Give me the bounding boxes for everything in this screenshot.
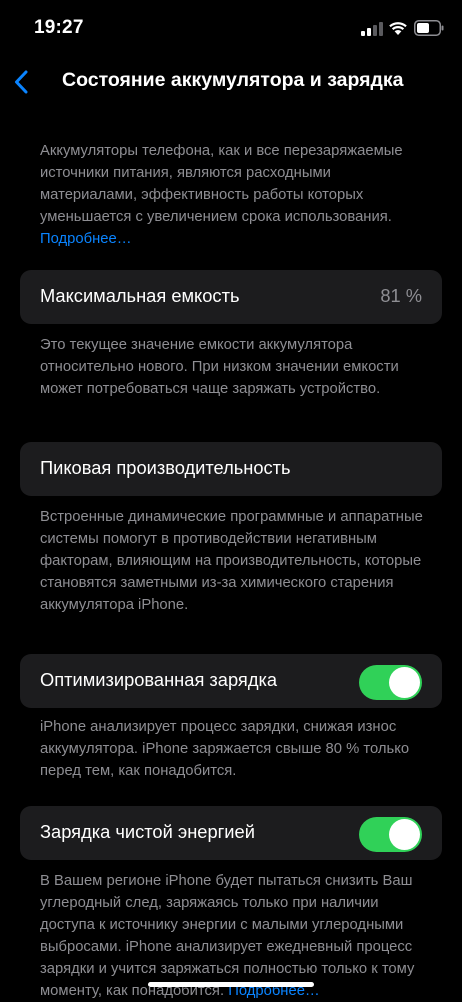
toggle-knob xyxy=(389,667,420,698)
max-capacity-row: Максимальная емкость 81 % xyxy=(20,270,442,324)
intro-description: Аккумуляторы телефона, как и все перезар… xyxy=(40,140,425,250)
chevron-left-icon xyxy=(15,70,28,94)
wifi-icon xyxy=(389,22,407,35)
clean-energy-charging-label: Зарядка чистой энергией xyxy=(40,821,255,842)
max-capacity-description: Это текущее значение емкости аккумулятор… xyxy=(40,337,399,397)
page-title: Состояние аккумулятора и зарядка xyxy=(62,69,404,91)
status-bar: 19:27 xyxy=(0,0,462,56)
clean-energy-text: В Вашем регионе iPhone будет пытаться сн… xyxy=(40,873,415,999)
max-capacity-value: 81 % xyxy=(380,285,422,306)
signal-icon xyxy=(361,22,383,36)
clean-energy-charging-row: Зарядка чистой энергией xyxy=(20,806,442,860)
intro-text: Аккумуляторы телефона, как и все перезар… xyxy=(40,143,403,225)
peak-performance-description: Встроенные динамические программные и ап… xyxy=(40,509,423,613)
status-time: 19:27 xyxy=(34,17,84,38)
nav-bar: Состояние аккумулятора и зарядка xyxy=(0,56,462,108)
max-capacity-label: Максимальная емкость xyxy=(40,285,240,306)
optimized-charging-row: Оптимизированная зарядка xyxy=(20,654,442,708)
optimized-charging-toggle[interactable] xyxy=(359,665,422,700)
learn-more-link[interactable]: Подробнее… xyxy=(40,231,132,247)
toggle-knob xyxy=(389,819,420,850)
back-button[interactable] xyxy=(6,66,36,98)
home-indicator[interactable] xyxy=(148,982,314,987)
clean-energy-charging-toggle[interactable] xyxy=(359,817,422,852)
optimized-charging-description: iPhone анализирует процесс зарядки, сниж… xyxy=(40,719,410,779)
peak-performance-row: Пиковая производительность xyxy=(20,442,442,496)
battery-icon xyxy=(414,20,444,36)
optimized-charging-label: Оптимизированная зарядка xyxy=(40,669,278,690)
peak-performance-label: Пиковая производительность xyxy=(40,457,291,478)
